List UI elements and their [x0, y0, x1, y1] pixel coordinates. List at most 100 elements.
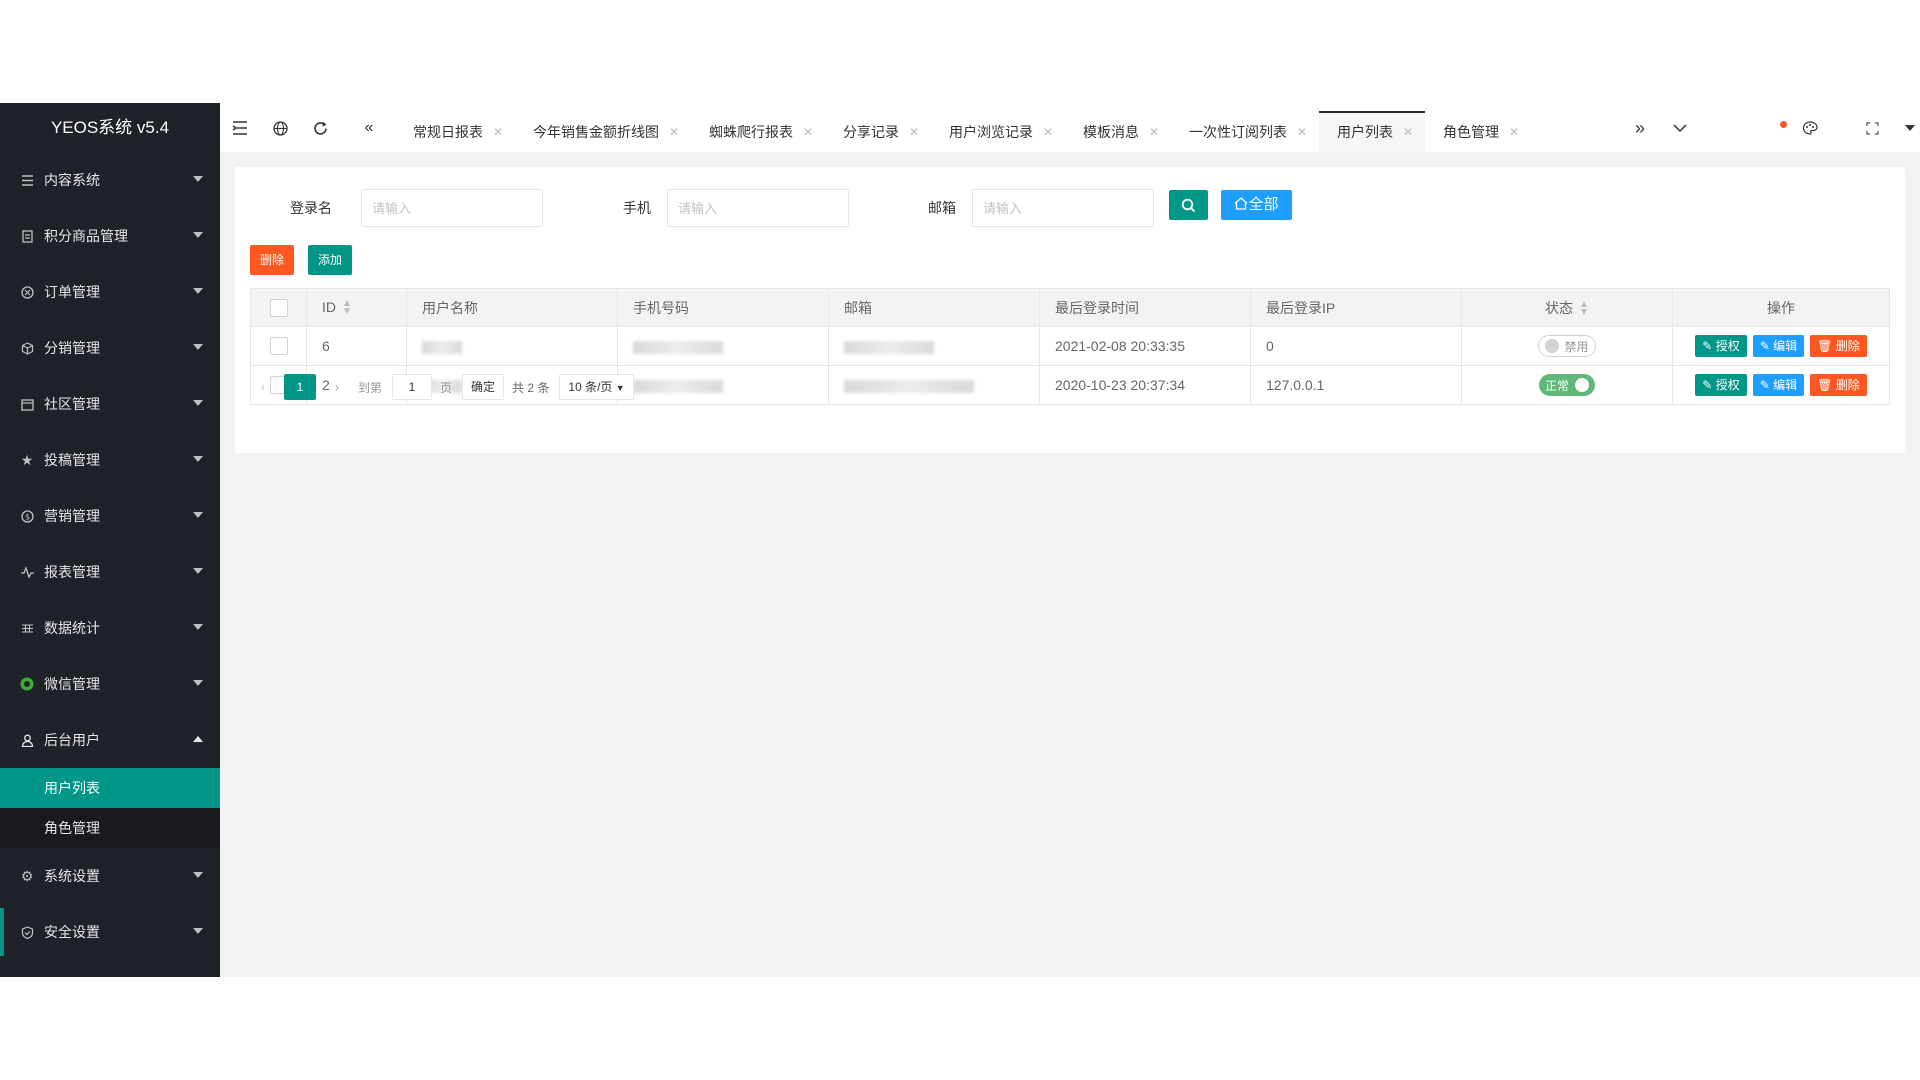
sort-icon[interactable]: ▲ ▼: [342, 299, 352, 317]
sidebar-item-wechat[interactable]: 微信管理: [0, 656, 220, 712]
sidebar-item-label: 报表管理: [44, 564, 100, 580]
star-icon: ★: [20, 451, 34, 468]
globe-icon[interactable]: [260, 103, 300, 153]
batch-delete-button[interactable]: 删除: [250, 245, 294, 275]
tab-label: 用户浏览记录: [949, 124, 1033, 140]
sidebar-item-marketing[interactable]: $ 营销管理: [0, 488, 220, 544]
circle-star-icon: [20, 285, 34, 299]
tabs-dropdown-icon[interactable]: [1660, 103, 1700, 153]
phone-input[interactable]: [667, 189, 849, 227]
tabs-scroll-left-icon[interactable]: «: [349, 103, 389, 153]
tab-sales-line-chart[interactable]: 今年销售金额折线图 ✕: [515, 111, 691, 153]
email-input[interactable]: [972, 189, 1154, 227]
actions-cell: ✎ 授权 ✎ 编辑 🗑 删除: [1672, 326, 1890, 366]
show-all-button[interactable]: 全部: [1221, 190, 1292, 220]
delete-button[interactable]: 🗑 删除: [1810, 374, 1867, 396]
page-size-select[interactable]: 10 条/页 ▼: [559, 374, 634, 400]
fullscreen-icon[interactable]: [1852, 103, 1892, 153]
sidebar-item-reports[interactable]: 报表管理: [0, 544, 220, 600]
next-page-icon[interactable]: ›: [324, 374, 350, 400]
authorize-label: 授权: [1715, 339, 1740, 353]
col-last-login-time: 最后登录时间: [1039, 288, 1251, 327]
close-icon[interactable]: ✕: [909, 111, 919, 153]
id-cell: 6: [306, 326, 407, 366]
table-header-row: ID ▲ ▼ 用户名称 手机号码 邮箱 最后登录时间 最后登录IP 状态 ▲ ▼ 操作: [250, 288, 1890, 327]
tab-role-management[interactable]: 角色管理 ✕: [1425, 111, 1531, 153]
sidebar-item-orders[interactable]: 订单管理: [0, 264, 220, 320]
sidebar-item-system-settings[interactable]: ⚙ 系统设置: [0, 848, 220, 904]
sidebar-item-label: 后台用户: [44, 732, 100, 748]
status-toggle[interactable]: 正常: [1538, 374, 1595, 396]
user-icon: [20, 733, 34, 747]
close-icon[interactable]: ✕: [1043, 111, 1053, 153]
goto-confirm-button[interactable]: 确定: [462, 374, 505, 400]
tab-one-time-subscriptions[interactable]: 一次性订阅列表 ✕: [1171, 111, 1319, 153]
sidebar-menu-bottom: ⚙ 系统设置 安全设置: [0, 848, 220, 960]
sidebar-item-community[interactable]: 社区管理: [0, 376, 220, 432]
authorize-button[interactable]: ✎ 授权: [1695, 335, 1747, 357]
list-icon: [20, 173, 34, 187]
status-toggle[interactable]: 禁用: [1538, 335, 1596, 357]
close-icon[interactable]: ✕: [1297, 111, 1307, 153]
tab-browse-records[interactable]: 用户浏览记录 ✕: [931, 111, 1065, 153]
col-id[interactable]: ID ▲ ▼: [306, 288, 407, 327]
tabs-scroll-right-icon[interactable]: »: [1620, 103, 1660, 153]
menu-toggle-icon[interactable]: [220, 103, 260, 153]
tab-label: 角色管理: [1443, 124, 1499, 140]
col-status[interactable]: 状态 ▲ ▼: [1461, 288, 1673, 327]
redacted-phone: [633, 340, 723, 354]
refresh-icon[interactable]: [300, 103, 340, 153]
sidebar-subitem-user-list[interactable]: 用户列表: [0, 768, 220, 808]
close-icon[interactable]: ✕: [803, 111, 813, 153]
edit-button[interactable]: ✎ 编辑: [1752, 374, 1805, 396]
tab-spider-report[interactable]: 蜘蛛爬行报表 ✕: [691, 111, 825, 153]
user-menu-caret-icon[interactable]: [1900, 103, 1920, 153]
prev-page-icon[interactable]: ‹: [250, 374, 276, 400]
search-button[interactable]: [1169, 190, 1208, 220]
tab-user-list[interactable]: 用户列表 ✕: [1319, 111, 1425, 153]
close-icon[interactable]: ✕: [669, 111, 679, 153]
close-icon[interactable]: ✕: [1509, 111, 1519, 153]
sidebar-item-content[interactable]: 内容系统: [0, 152, 220, 208]
col-phone: 手机号码: [617, 288, 829, 327]
edit-button[interactable]: ✎ 编辑: [1752, 335, 1805, 357]
tab-daily-report[interactable]: 常规日报表 ✕: [395, 111, 515, 153]
pencil-icon: ✎: [1702, 339, 1713, 353]
page-size-value: 10 条/页: [568, 380, 613, 394]
page-current[interactable]: 1: [284, 374, 316, 400]
sort-icon[interactable]: ▲ ▼: [1579, 299, 1589, 317]
add-user-button[interactable]: 添加: [308, 245, 352, 275]
tab-share-records[interactable]: 分享记录 ✕: [825, 111, 931, 153]
sidebar-item-label: 订单管理: [44, 284, 100, 300]
login-name-input[interactable]: [361, 189, 543, 227]
tab-template-messages[interactable]: 模板消息 ✕: [1065, 111, 1171, 153]
row-checkbox[interactable]: [269, 337, 288, 356]
trash-icon: 🗑: [1817, 378, 1833, 392]
row-select-cell: [250, 326, 307, 366]
sidebar-item-distribution[interactable]: 分销管理: [0, 320, 220, 376]
close-icon[interactable]: ✕: [1149, 111, 1159, 153]
cube-icon: [20, 341, 34, 355]
sidebar-item-label: 投稿管理: [44, 452, 100, 468]
sidebar-item-admin-users[interactable]: 后台用户: [0, 712, 220, 768]
close-icon[interactable]: ✕: [1403, 111, 1413, 153]
theme-palette-icon[interactable]: [1790, 103, 1830, 153]
col-status-label: 状态: [1545, 299, 1574, 316]
pagination: ‹ 1 › 到第 页 确定 共 2 条 10 条/页 ▼: [250, 367, 642, 407]
sidebar-item-statistics[interactable]: 数据统计: [0, 600, 220, 656]
status-text: 正常: [1544, 378, 1569, 393]
delete-button[interactable]: 🗑 删除: [1810, 335, 1867, 357]
sidebar-item-submissions[interactable]: ★ 投稿管理: [0, 432, 220, 488]
status-cell: 禁用: [1461, 326, 1673, 366]
authorize-button[interactable]: ✎ 授权: [1695, 374, 1747, 396]
page-unit-label: 页: [440, 380, 453, 395]
caret-down-icon: [193, 512, 203, 518]
sidebar-subitem-role-management[interactable]: 角色管理: [0, 808, 220, 848]
sidebar-item-security-settings[interactable]: 安全设置: [0, 904, 220, 960]
close-icon[interactable]: ✕: [493, 111, 503, 153]
select-all-checkbox[interactable]: [269, 298, 288, 317]
sidebar-item-points-goods[interactable]: 积分商品管理: [0, 208, 220, 264]
col-id-label: ID: [322, 298, 336, 315]
goto-page-input[interactable]: [392, 374, 433, 400]
total-count: 共 2 条: [512, 380, 550, 395]
